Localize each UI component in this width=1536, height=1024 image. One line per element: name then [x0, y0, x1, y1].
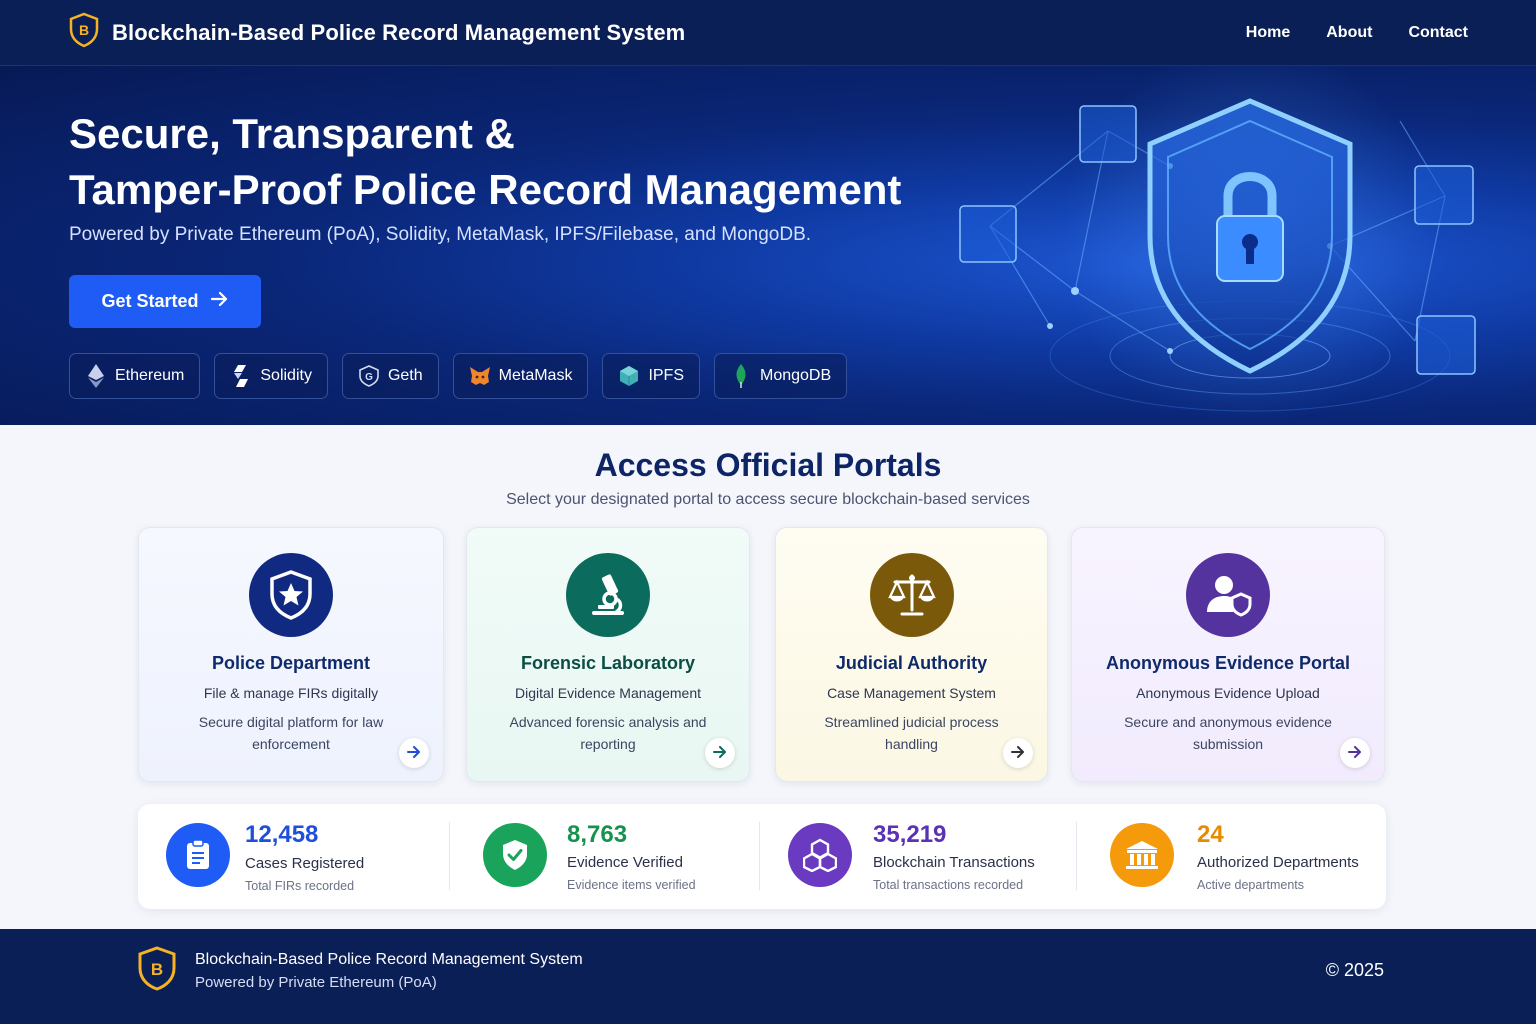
stat-cases: 12,458 Cases Registered Total FIRs recor…	[138, 804, 448, 909]
mongodb-icon	[730, 364, 752, 388]
stat-value: 24	[1197, 821, 1224, 848]
arrow-right-icon	[713, 745, 727, 761]
metamask-icon	[469, 365, 491, 387]
arrow-right-icon	[1011, 745, 1025, 761]
card-line-1: File & manage FIRs digitally	[203, 685, 379, 701]
chip-ipfs[interactable]: IPFS	[602, 353, 700, 399]
stat-label: Blockchain Transactions	[873, 854, 1035, 871]
svg-text:G: G	[365, 372, 373, 383]
nav-contact-link[interactable]: Contact	[1408, 24, 1468, 42]
police-badge-icon	[249, 553, 333, 637]
portal-card-forensic[interactable]: Forensic Laboratory Digital Evidence Man…	[466, 527, 750, 782]
stat-value: 35,219	[873, 821, 947, 848]
chip-geth[interactable]: G Geth	[341, 353, 439, 399]
arrow-right-icon	[1348, 745, 1362, 761]
chip-ethereum[interactable]: Ethereum	[69, 353, 201, 399]
shield-logo-icon: B	[137, 946, 177, 997]
open-portal-arrow-button[interactable]	[1003, 738, 1033, 768]
stat-label: Evidence Verified	[567, 854, 683, 871]
shield-logo-icon: B	[68, 12, 100, 53]
card-line-2: Secure and anonymous evidence submission	[1124, 714, 1332, 752]
stat-evidence: 8,763 Evidence Verified Evidence items v…	[450, 804, 760, 909]
card-line-1: Anonymous Evidence Upload	[1136, 685, 1320, 701]
hero-section: Secure, Transparent & Tamper-Proof Polic…	[0, 66, 1536, 425]
chip-label: MetaMask	[498, 367, 573, 384]
tech-stack-chips: Ethereum Solidity G Geth MetaMask IPFS M…	[69, 353, 848, 399]
stat-transactions: 35,219 Blockchain Transactions Total tra…	[760, 804, 1076, 909]
chip-solidity[interactable]: Solidity	[214, 353, 328, 399]
card-title: Anonymous Evidence Portal	[1105, 653, 1351, 673]
top-nav: B Blockchain-Based Police Record Managem…	[0, 0, 1536, 66]
stat-value: 12,458	[245, 821, 319, 848]
stat-description: Total FIRs recorded	[245, 879, 355, 893]
open-portal-arrow-button[interactable]	[705, 738, 735, 768]
chip-metamask[interactable]: MetaMask	[452, 353, 589, 399]
statistics-bar: 12,458 Cases Registered Total FIRs recor…	[138, 804, 1386, 909]
footer: B Blockchain-Based Police Record Managem…	[0, 929, 1536, 1024]
portal-card-police[interactable]: Police Department File & manage FIRs dig…	[138, 527, 444, 782]
hero-subtitle: Powered by Private Ethereum (PoA), Solid…	[69, 224, 812, 245]
ethereum-icon	[85, 364, 107, 388]
card-line-2: Secure digital platform for law enforcem…	[198, 714, 384, 752]
stat-label: Cases Registered	[245, 855, 365, 872]
card-title: Judicial Authority	[835, 653, 988, 673]
chip-label: Ethereum	[115, 367, 185, 384]
svg-text:B: B	[79, 22, 89, 38]
hero-title: Secure, Transparent & Tamper-Proof Polic…	[69, 106, 919, 218]
nav-links: Home About Contact	[1246, 24, 1468, 42]
stat-value: 8,763	[567, 821, 628, 848]
hero-title-line-1: Secure, Transparent &	[69, 110, 515, 157]
arrow-right-icon	[210, 291, 229, 312]
open-portal-arrow-button[interactable]	[1340, 738, 1370, 768]
shield-check-icon	[483, 823, 547, 887]
ipfs-icon	[618, 365, 640, 387]
stat-description: Active departments	[1197, 878, 1304, 892]
arrow-right-icon	[407, 745, 421, 761]
chip-label: Geth	[387, 367, 423, 384]
portals-subtitle: Select your designated portal to access …	[506, 491, 1030, 508]
card-line-2: Advanced forensic analysis and reporting	[509, 714, 707, 752]
open-portal-arrow-button[interactable]	[399, 738, 429, 768]
stat-departments: 24 Authorized Departments Active departm…	[1077, 804, 1386, 909]
geth-icon: G	[358, 365, 380, 387]
card-line-1: Digital Evidence Management	[515, 685, 701, 701]
card-line-2: Streamlined judicial process handling	[824, 714, 999, 752]
copyright: © 2025	[1325, 960, 1384, 980]
brand[interactable]: B Blockchain-Based Police Record Managem…	[68, 12, 685, 53]
building-icon	[1110, 823, 1174, 887]
stat-description: Total transactions recorded	[873, 878, 1024, 892]
portal-card-anonymous[interactable]: Anonymous Evidence Portal Anonymous Evid…	[1071, 527, 1385, 782]
get-started-label: Get Started	[101, 291, 199, 311]
hero-title-line-2: Tamper-Proof Police Record Management	[69, 166, 902, 213]
chip-label: MongoDB	[760, 367, 832, 384]
app-title: Blockchain-Based Police Record Managemen…	[112, 19, 686, 45]
footer-title: Blockchain-Based Police Record Managemen…	[195, 951, 583, 968]
blockchain-shield-illustration	[959, 66, 1476, 425]
nav-about-link[interactable]: About	[1326, 24, 1372, 42]
get-started-button[interactable]: Get Started	[69, 275, 261, 328]
microscope-icon	[566, 553, 650, 637]
card-title: Forensic Laboratory	[520, 653, 696, 673]
footer-subtitle: Powered by Private Ethereum (PoA)	[195, 974, 437, 991]
clipboard-icon	[166, 823, 230, 887]
portal-card-judicial[interactable]: Judicial Authority Case Management Syste…	[775, 527, 1048, 782]
solidity-icon	[230, 365, 252, 387]
card-line-1: Case Management System	[827, 685, 996, 701]
chip-label: IPFS	[648, 367, 684, 384]
blocks-icon	[788, 823, 852, 887]
stat-description: Evidence items verified	[567, 878, 696, 892]
anonymous-user-icon	[1186, 553, 1270, 637]
stat-label: Authorized Departments	[1197, 854, 1359, 871]
portals-title: Access Official Portals	[594, 447, 942, 483]
card-title: Police Department	[211, 653, 371, 673]
nav-home-link[interactable]: Home	[1246, 24, 1290, 42]
chip-label: Solidity	[260, 367, 312, 384]
chip-mongodb[interactable]: MongoDB	[714, 353, 848, 399]
scales-icon	[869, 553, 954, 637]
svg-text:B: B	[151, 960, 163, 979]
